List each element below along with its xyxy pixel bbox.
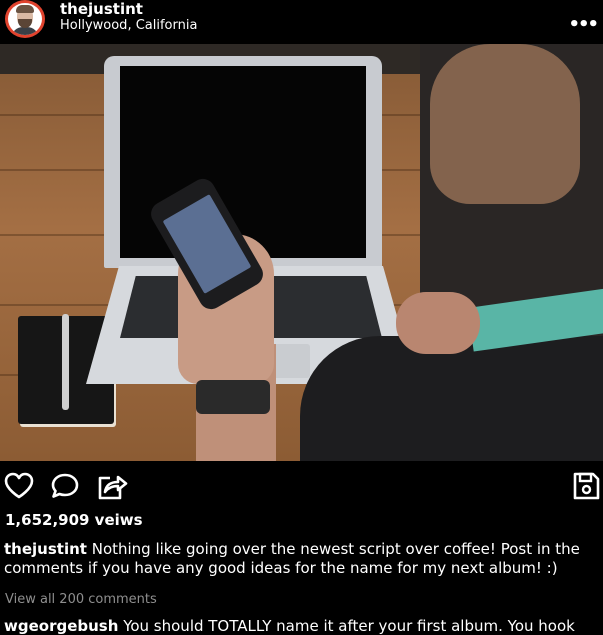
post-username[interactable]: thejustint (60, 0, 143, 18)
avatar[interactable] (5, 0, 45, 38)
photo-wristwatch (196, 380, 270, 414)
post-header: thejustint Hollywood, California ••• (0, 0, 603, 44)
comment-username[interactable]: wgeorgebush (4, 617, 118, 635)
comment-text: You should TOTALLY name it after your fi… (123, 617, 575, 635)
heart-icon[interactable] (3, 470, 35, 502)
floppy-disk-icon[interactable] (570, 470, 602, 502)
avatar-shirt (11, 27, 39, 35)
comment-item: wgeorgebush You should TOTALLY name it a… (4, 617, 603, 635)
photo-pen (62, 314, 69, 410)
post-actions (0, 470, 603, 504)
photo-person-head (430, 44, 580, 204)
speech-bubble-icon[interactable] (49, 470, 81, 502)
share-arrow-icon[interactable] (96, 470, 128, 502)
post-location[interactable]: Hollywood, California (60, 18, 197, 33)
post-photo[interactable] (0, 44, 603, 461)
ellipsis-icon[interactable]: ••• (568, 14, 598, 35)
avatar-hair (16, 5, 34, 13)
caption-username[interactable]: thejustint (4, 540, 87, 558)
caption-text: Nothing like going over the newest scrip… (4, 540, 580, 577)
view-count: 1,652,909 veiws (5, 511, 143, 529)
photo-laptop-screen (120, 66, 366, 258)
photo-person-shirt (300, 336, 603, 461)
view-all-comments-link[interactable]: View all 200 comments (5, 592, 157, 607)
post-caption: thejustint Nothing like going over the n… (4, 540, 594, 578)
photo-person-left-hand (396, 292, 480, 354)
